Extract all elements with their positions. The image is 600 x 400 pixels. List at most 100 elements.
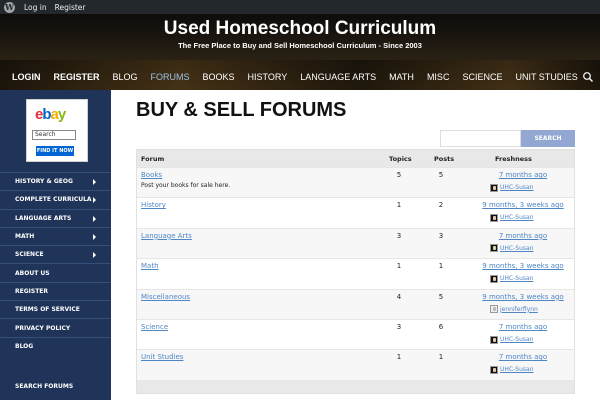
ebay-widget: ebay Search FIND IT NOW [26, 99, 88, 162]
site-title[interactable]: Used Homeschool Curriculum [0, 18, 600, 40]
table-header: Forum Topics Posts Freshness [137, 150, 574, 167]
chevron-right-icon [93, 197, 96, 204]
last-poster: UHC-Susan [490, 274, 533, 283]
admin-register-link[interactable]: Register [55, 3, 86, 12]
search-button[interactable]: SEARCH [521, 130, 575, 147]
main-nav: LOGIN REGISTER BLOG FORUMS BOOKS HISTORY… [0, 70, 600, 84]
forum-search-input[interactable] [440, 130, 521, 147]
table-row: Science 3 6 7 months ago UHC-Susan [137, 319, 574, 349]
header-forum: Forum [141, 155, 165, 163]
forum-description: Post your books for sale here. [141, 182, 231, 189]
last-poster: UHC-Susan [490, 183, 533, 192]
sidebar-item-terms-of-service[interactable]: TERMS OF SERVICE [0, 300, 111, 318]
forum-table: Forum Topics Posts Freshness Books Post y… [136, 149, 575, 394]
nav-item-blog[interactable]: BLOG [113, 72, 138, 82]
search-forums-heading: SEARCH FORUMS [15, 383, 74, 390]
freshness-link[interactable]: 7 months ago [473, 171, 573, 179]
topic-count: 1 [396, 353, 402, 362]
chevron-right-icon [93, 179, 96, 185]
last-poster: UHC-Susan [490, 365, 533, 374]
author-link[interactable]: UHC-Susan [500, 214, 533, 221]
avatar[interactable] [490, 183, 498, 192]
nav-item-language-arts[interactable]: LANGUAGE ARTS [300, 72, 376, 82]
nav-item-misc[interactable]: MISC [427, 72, 450, 82]
freshness-link[interactable]: 7 months ago [473, 323, 573, 331]
chevron-right-icon [93, 252, 96, 259]
ebay-find-button[interactable]: FIND IT NOW [36, 146, 74, 156]
author-link[interactable]: UHC-Susan [500, 366, 533, 373]
post-count: 5 [438, 171, 444, 179]
forum-link[interactable]: Miscellaneous [141, 293, 190, 301]
post-count: 3 [438, 231, 444, 240]
author-link[interactable]: UHC-Susan [500, 275, 533, 282]
ebay-search-input[interactable]: Search [32, 130, 76, 140]
forum-link[interactable]: Science [141, 323, 168, 331]
author-link[interactable]: UHC-Susan [500, 184, 533, 191]
freshness-link[interactable]: 9 months, 3 weeks ago [473, 293, 573, 301]
nav-item-register[interactable]: REGISTER [54, 72, 100, 82]
freshness-link[interactable]: 9 months, 3 weeks ago [473, 201, 573, 209]
topic-count: 3 [396, 231, 402, 240]
sidebar-item-about-us[interactable]: ABOUT US [0, 263, 111, 281]
header-posts: Posts [434, 155, 455, 163]
nav-item-math[interactable]: MATH [389, 72, 414, 82]
post-count: 1 [438, 353, 444, 362]
site-tagline: The Free Place to Buy and Sell Homeschoo… [178, 41, 422, 50]
post-count: 5 [438, 292, 444, 301]
author-link[interactable]: UHC-Susan [500, 336, 533, 343]
topic-count: 5 [396, 171, 402, 179]
sidebar-menu: HISTORY & GEOG COMPLETE CURRICULA LANGUA… [0, 172, 111, 355]
sidebar-item-blog[interactable]: BLOG [0, 336, 111, 355]
header-freshness: Freshness [495, 155, 532, 163]
table-row: Math 1 1 9 months, 3 weeks ago UHC-Susan [137, 258, 574, 288]
nav-item-login[interactable]: LOGIN [12, 72, 41, 82]
sidebar-item-register[interactable]: REGISTER [0, 281, 111, 300]
freshness-link[interactable]: 7 months ago [473, 232, 573, 240]
wordpress-logo-icon[interactable]: W [4, 1, 15, 13]
table-row: Books Post your books for sale here. 5 5 7 m… [137, 167, 574, 198]
topic-count: 3 [396, 323, 402, 331]
nav-item-science[interactable]: SCIENCE [462, 72, 502, 82]
nav-item-books[interactable]: BOOKS [203, 72, 235, 82]
table-row: History 1 2 9 months, 3 weeks ago UHC-Susan [137, 197, 574, 227]
freshness-link[interactable]: 7 months ago [473, 353, 573, 361]
forum-link[interactable]: Math [141, 262, 159, 270]
ebay-logo[interactable]: ebay [35, 106, 66, 123]
nav-item-history[interactable]: HISTORY [248, 72, 288, 82]
sidebar-item-complete-curricula[interactable]: COMPLETE CURRICULA [0, 190, 111, 208]
forum-link[interactable]: History [141, 201, 166, 209]
last-poster: UHC-Susan [490, 335, 533, 344]
author-link[interactable]: UHC-Susan [500, 245, 533, 252]
sidebar-item-history-geog[interactable]: HISTORY & GEOG [0, 172, 111, 190]
forum-link[interactable]: Books [141, 171, 162, 179]
forum-link[interactable]: Language Arts [141, 232, 192, 240]
nav-item-unit-studies[interactable]: UNIT STUDIES [515, 72, 577, 82]
chevron-right-icon [93, 233, 96, 240]
forum-link[interactable]: Unit Studies [141, 353, 183, 361]
search-icon[interactable] [582, 71, 594, 83]
topic-count: 1 [396, 201, 402, 210]
avatar[interactable] [490, 244, 498, 253]
table-row: Language Arts 3 3 7 months ago UHC-Susan [137, 227, 574, 259]
admin-login-link[interactable]: Log in [24, 3, 47, 12]
avatar[interactable] [490, 365, 498, 374]
avatar[interactable] [490, 305, 498, 314]
sidebar-item-math[interactable]: MATH [0, 226, 111, 245]
sidebar-item-language-arts[interactable]: LANGUAGE ARTS [0, 208, 111, 227]
sidebar-item-privacy-policy[interactable]: PRIVACY POLICY [0, 318, 111, 336]
post-count: 2 [438, 201, 444, 210]
avatar[interactable] [490, 335, 498, 344]
topic-count: 4 [396, 292, 402, 301]
chevron-right-icon [93, 215, 96, 222]
nav-item-forums[interactable]: FORUMS [151, 72, 190, 82]
avatar[interactable] [490, 274, 498, 283]
post-count: 6 [438, 323, 444, 331]
topic-count: 1 [396, 262, 402, 271]
last-poster: UHC-Susan [490, 244, 533, 253]
sidebar-item-science[interactable]: SCIENCE [0, 245, 111, 263]
site-header: Used Homeschool Curriculum The Free Plac… [0, 14, 600, 90]
last-poster: jenniferflynn [490, 305, 538, 314]
author-link[interactable]: jenniferflynn [500, 306, 538, 313]
avatar[interactable] [490, 213, 498, 222]
freshness-link[interactable]: 9 months, 3 weeks ago [473, 262, 573, 270]
